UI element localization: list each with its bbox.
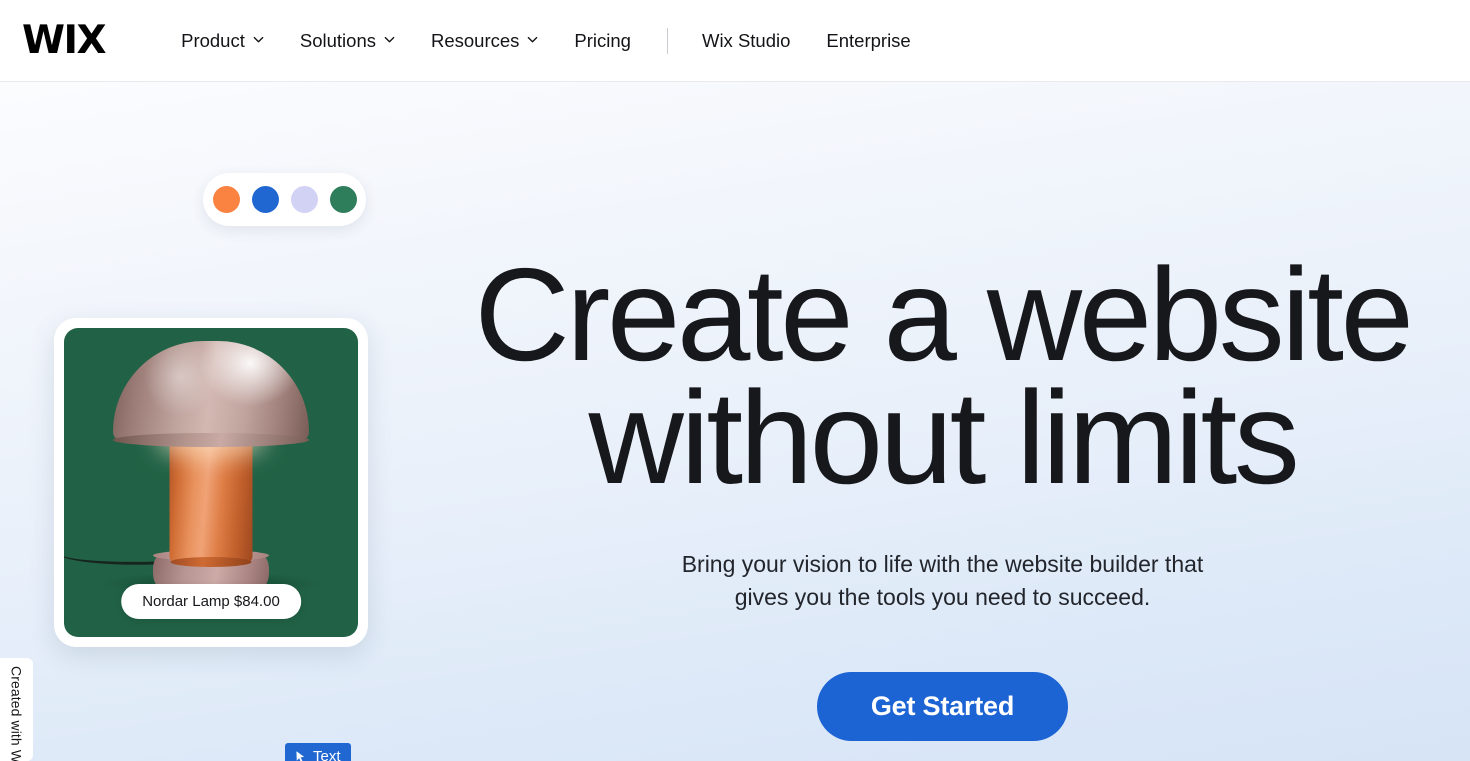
wix-homepage: WIX Product Solutions Resources Pricing … xyxy=(0,0,1470,761)
subhead-line-2: gives you the tools you need to succeed. xyxy=(734,583,1151,610)
subhead-line-1: Bring your vision to life with the websi… xyxy=(681,550,1204,577)
lamp-shade xyxy=(113,341,309,447)
nav-item-resources[interactable]: Resources xyxy=(431,30,538,52)
nav-item-wix-studio[interactable]: Wix Studio xyxy=(702,30,790,52)
nav-label: Enterprise xyxy=(826,29,911,51)
chevron-down-icon xyxy=(253,34,264,45)
product-card[interactable]: Nordar Lamp $84.00 xyxy=(54,318,368,647)
editor-text-chip[interactable]: Text xyxy=(285,743,351,761)
nav-item-enterprise[interactable]: Enterprise xyxy=(826,30,910,52)
nav-label: Pricing xyxy=(574,29,631,51)
nav-item-pricing[interactable]: Pricing xyxy=(574,30,631,52)
color-swatch-blue[interactable] xyxy=(251,186,279,213)
product-image: Nordar Lamp $84.00 xyxy=(64,328,358,637)
cta-group: Get Started Start for free. No credit ca… xyxy=(415,671,1470,761)
created-with-wix-badge[interactable]: Created with Wix xyxy=(0,658,33,761)
chevron-down-icon xyxy=(384,34,395,45)
color-palette-widget[interactable] xyxy=(203,173,366,226)
nav-label: Resources xyxy=(430,29,520,51)
color-swatch-lavender[interactable] xyxy=(290,186,318,213)
main-navigation: Product Solutions Resources Pricing Wix … xyxy=(181,0,947,81)
cursor-arrow-icon xyxy=(294,750,307,761)
page-title: Create a website without limits xyxy=(415,249,1470,511)
color-swatch-orange[interactable] xyxy=(212,186,240,213)
site-header: WIX Product Solutions Resources Pricing … xyxy=(0,0,1470,82)
nav-label: Product xyxy=(181,29,245,51)
editor-chip-label: Text xyxy=(313,748,341,761)
product-price-label[interactable]: Nordar Lamp $84.00 xyxy=(121,584,301,619)
nav-label: Solutions xyxy=(299,29,376,51)
nav-item-solutions[interactable]: Solutions xyxy=(300,30,395,52)
get-started-button[interactable]: Get Started xyxy=(816,671,1069,741)
color-swatch-green[interactable] xyxy=(329,186,357,213)
headline-line-2: without limits xyxy=(588,363,1300,511)
created-with-wix-label: Created with Wix xyxy=(8,666,25,761)
hero-subheading: Bring your vision to life with the websi… xyxy=(415,548,1470,614)
chevron-down-icon xyxy=(527,34,538,45)
wix-logo[interactable]: WIX xyxy=(22,21,107,60)
hero-copy: Create a website without limits Bring yo… xyxy=(415,249,1470,761)
hero-section: Nordar Lamp $84.00 Text Create a website… xyxy=(0,82,1470,761)
nav-label: Wix Studio xyxy=(701,29,791,51)
lamp-body xyxy=(169,439,253,567)
nav-divider xyxy=(666,27,668,54)
nav-item-product[interactable]: Product xyxy=(181,30,264,52)
